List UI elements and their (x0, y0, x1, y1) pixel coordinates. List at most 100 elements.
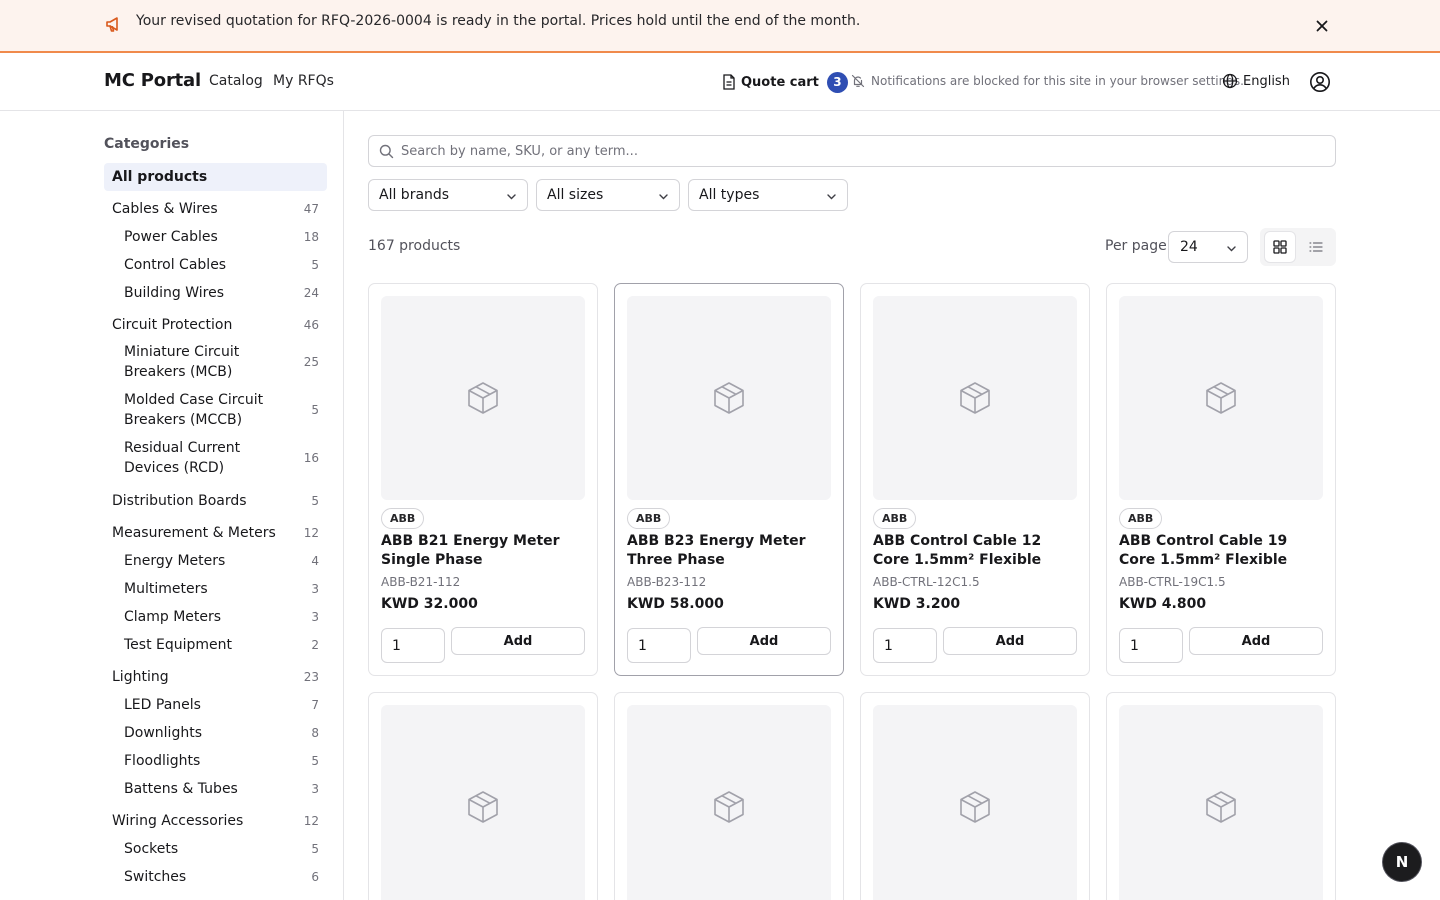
category-count: 24 (303, 286, 319, 300)
category-clamp-meters[interactable]: Clamp Meters 3 (104, 603, 327, 631)
brand-filter-value: All brands (379, 187, 450, 203)
category-label: Clamp Meters (124, 609, 222, 625)
banner-message: Your revised quotation for RFQ-2026-0004… (136, 13, 861, 29)
category-downlights[interactable]: Downlights 8 (104, 719, 327, 747)
product-card[interactable]: ABB ABB Control Cable 12 Core 1.5mm² Fle… (860, 283, 1090, 676)
category-label: Multimeters (124, 581, 208, 597)
package-icon (960, 791, 990, 823)
category-multimeters[interactable]: Multimeters 3 (104, 575, 327, 603)
category-led-panels[interactable]: LED Panels 7 (104, 691, 327, 719)
product-price: KWD 58.000 (627, 596, 724, 612)
quote-cart-button[interactable]: Quote cart 3 (722, 71, 848, 93)
category-building-wires[interactable]: Building Wires 24 (104, 279, 327, 307)
category-switches[interactable]: Switches 6 (104, 863, 327, 891)
product-card[interactable] (614, 692, 844, 900)
nav-catalog-link[interactable]: Catalog (209, 73, 263, 89)
category-count: 6 (311, 870, 319, 884)
category-label: Wiring Accessories (112, 813, 244, 829)
per-page-label: Per page (1105, 238, 1167, 254)
per-page-dropdown[interactable]: 24 (1168, 231, 1248, 263)
category-rcd[interactable]: Residual Current Devices (RCD) 16 (104, 435, 327, 483)
category-cables-wires[interactable]: Cables & Wires 47 (104, 195, 327, 223)
category-distribution-boards[interactable]: Distribution Boards 5 (104, 487, 327, 515)
category-wiring-accessories[interactable]: Wiring Accessories 12 (104, 807, 327, 835)
brand-filter-dropdown[interactable]: All brands (368, 179, 528, 211)
category-circuit-protection[interactable]: Circuit Protection 46 (104, 311, 327, 339)
product-card[interactable]: ABB ABB B23 Energy Meter Three Phase ABB… (614, 283, 844, 676)
product-name[interactable]: ABB Control Cable 19 Core 1.5mm² Flexibl… (1119, 532, 1325, 570)
search-input[interactable] (401, 136, 1321, 166)
category-mccb[interactable]: Molded Case Circuit Breakers (MCCB) 5 (104, 387, 327, 435)
category-count: 47 (303, 202, 319, 216)
product-card[interactable]: ABB ABB Control Cable 19 Core 1.5mm² Fle… (1106, 283, 1336, 676)
quantity-input[interactable] (1119, 628, 1183, 663)
product-name[interactable]: ABB B23 Energy Meter Three Phase (627, 532, 833, 570)
category-count: 3 (311, 610, 319, 624)
product-card[interactable] (1106, 692, 1336, 900)
bell-off-icon (851, 74, 865, 88)
product-image-placeholder (1119, 296, 1323, 500)
dev-tools-letter: N (1395, 853, 1409, 871)
category-sockets[interactable]: Sockets 5 (104, 835, 327, 863)
grid-icon (1273, 240, 1287, 254)
list-view-button[interactable] (1301, 232, 1331, 262)
category-battens-tubes[interactable]: Battens & Tubes 3 (104, 775, 327, 803)
package-icon (1206, 791, 1236, 823)
category-label: Switches (124, 869, 187, 885)
category-label: Residual Current Devices (RCD) (124, 440, 241, 476)
category-mcb[interactable]: Miniature Circuit Breakers (MCB) 25 (104, 339, 327, 387)
cart-count-badge: 3 (826, 71, 848, 93)
category-measurement-meters[interactable]: Measurement & Meters 12 (104, 519, 327, 547)
grid-view-button[interactable] (1265, 232, 1295, 262)
category-label: LED Panels (124, 697, 201, 713)
add-to-quote-button[interactable]: Add (1189, 627, 1323, 655)
user-account-icon[interactable] (1309, 71, 1331, 93)
package-icon (714, 382, 744, 414)
category-count: 18 (303, 230, 319, 244)
globe-icon (1222, 73, 1238, 89)
quantity-input[interactable] (873, 628, 937, 663)
package-icon (468, 791, 498, 823)
search-icon (379, 144, 394, 159)
type-filter-dropdown[interactable]: All types (688, 179, 848, 211)
category-label: Measurement & Meters (112, 525, 276, 541)
size-filter-dropdown[interactable]: All sizes (536, 179, 680, 211)
product-image-placeholder (873, 296, 1077, 500)
product-price: KWD 3.200 (873, 596, 961, 612)
category-control-cables[interactable]: Control Cables 5 (104, 251, 327, 279)
document-icon (723, 74, 735, 90)
category-count: 46 (303, 318, 319, 332)
language-selector[interactable]: English (1222, 73, 1290, 89)
product-image-placeholder (627, 705, 831, 900)
product-name[interactable]: ABB B21 Energy Meter Single Phase (381, 532, 587, 570)
product-card[interactable] (860, 692, 1090, 900)
brand-badge: ABB (627, 508, 671, 529)
category-power-cables[interactable]: Power Cables 18 (104, 223, 327, 251)
add-to-quote-button[interactable]: Add (697, 627, 831, 655)
chevron-down-icon (659, 194, 668, 200)
category-floodlights[interactable]: Floodlights 5 (104, 747, 327, 775)
category-count: 5 (311, 754, 319, 768)
product-card[interactable] (368, 692, 598, 900)
category-count: 16 (303, 451, 319, 465)
add-to-quote-button[interactable]: Add (451, 627, 585, 655)
category-label: Sockets (124, 841, 179, 857)
category-all-products[interactable]: All products (104, 163, 327, 191)
category-label: Control Cables (124, 257, 227, 273)
add-to-quote-button[interactable]: Add (943, 627, 1077, 655)
quote-cart-label: Quote cart (741, 74, 819, 90)
dev-tools-button[interactable]: N (1383, 843, 1421, 881)
nav-my-rfqs-link[interactable]: My RFQs (273, 73, 334, 89)
quantity-input[interactable] (627, 628, 691, 663)
package-icon (1206, 382, 1236, 414)
category-count: 7 (311, 698, 319, 712)
quantity-input[interactable] (381, 628, 445, 663)
category-test-equipment[interactable]: Test Equipment 2 (104, 631, 327, 659)
category-count: 12 (303, 526, 319, 540)
category-lighting[interactable]: Lighting 23 (104, 663, 327, 691)
category-energy-meters[interactable]: Energy Meters 4 (104, 547, 327, 575)
close-icon[interactable] (1312, 16, 1332, 36)
logo[interactable]: MC Portal (104, 70, 201, 91)
product-card[interactable]: ABB ABB B21 Energy Meter Single Phase AB… (368, 283, 598, 676)
product-name[interactable]: ABB Control Cable 12 Core 1.5mm² Flexibl… (873, 532, 1079, 570)
